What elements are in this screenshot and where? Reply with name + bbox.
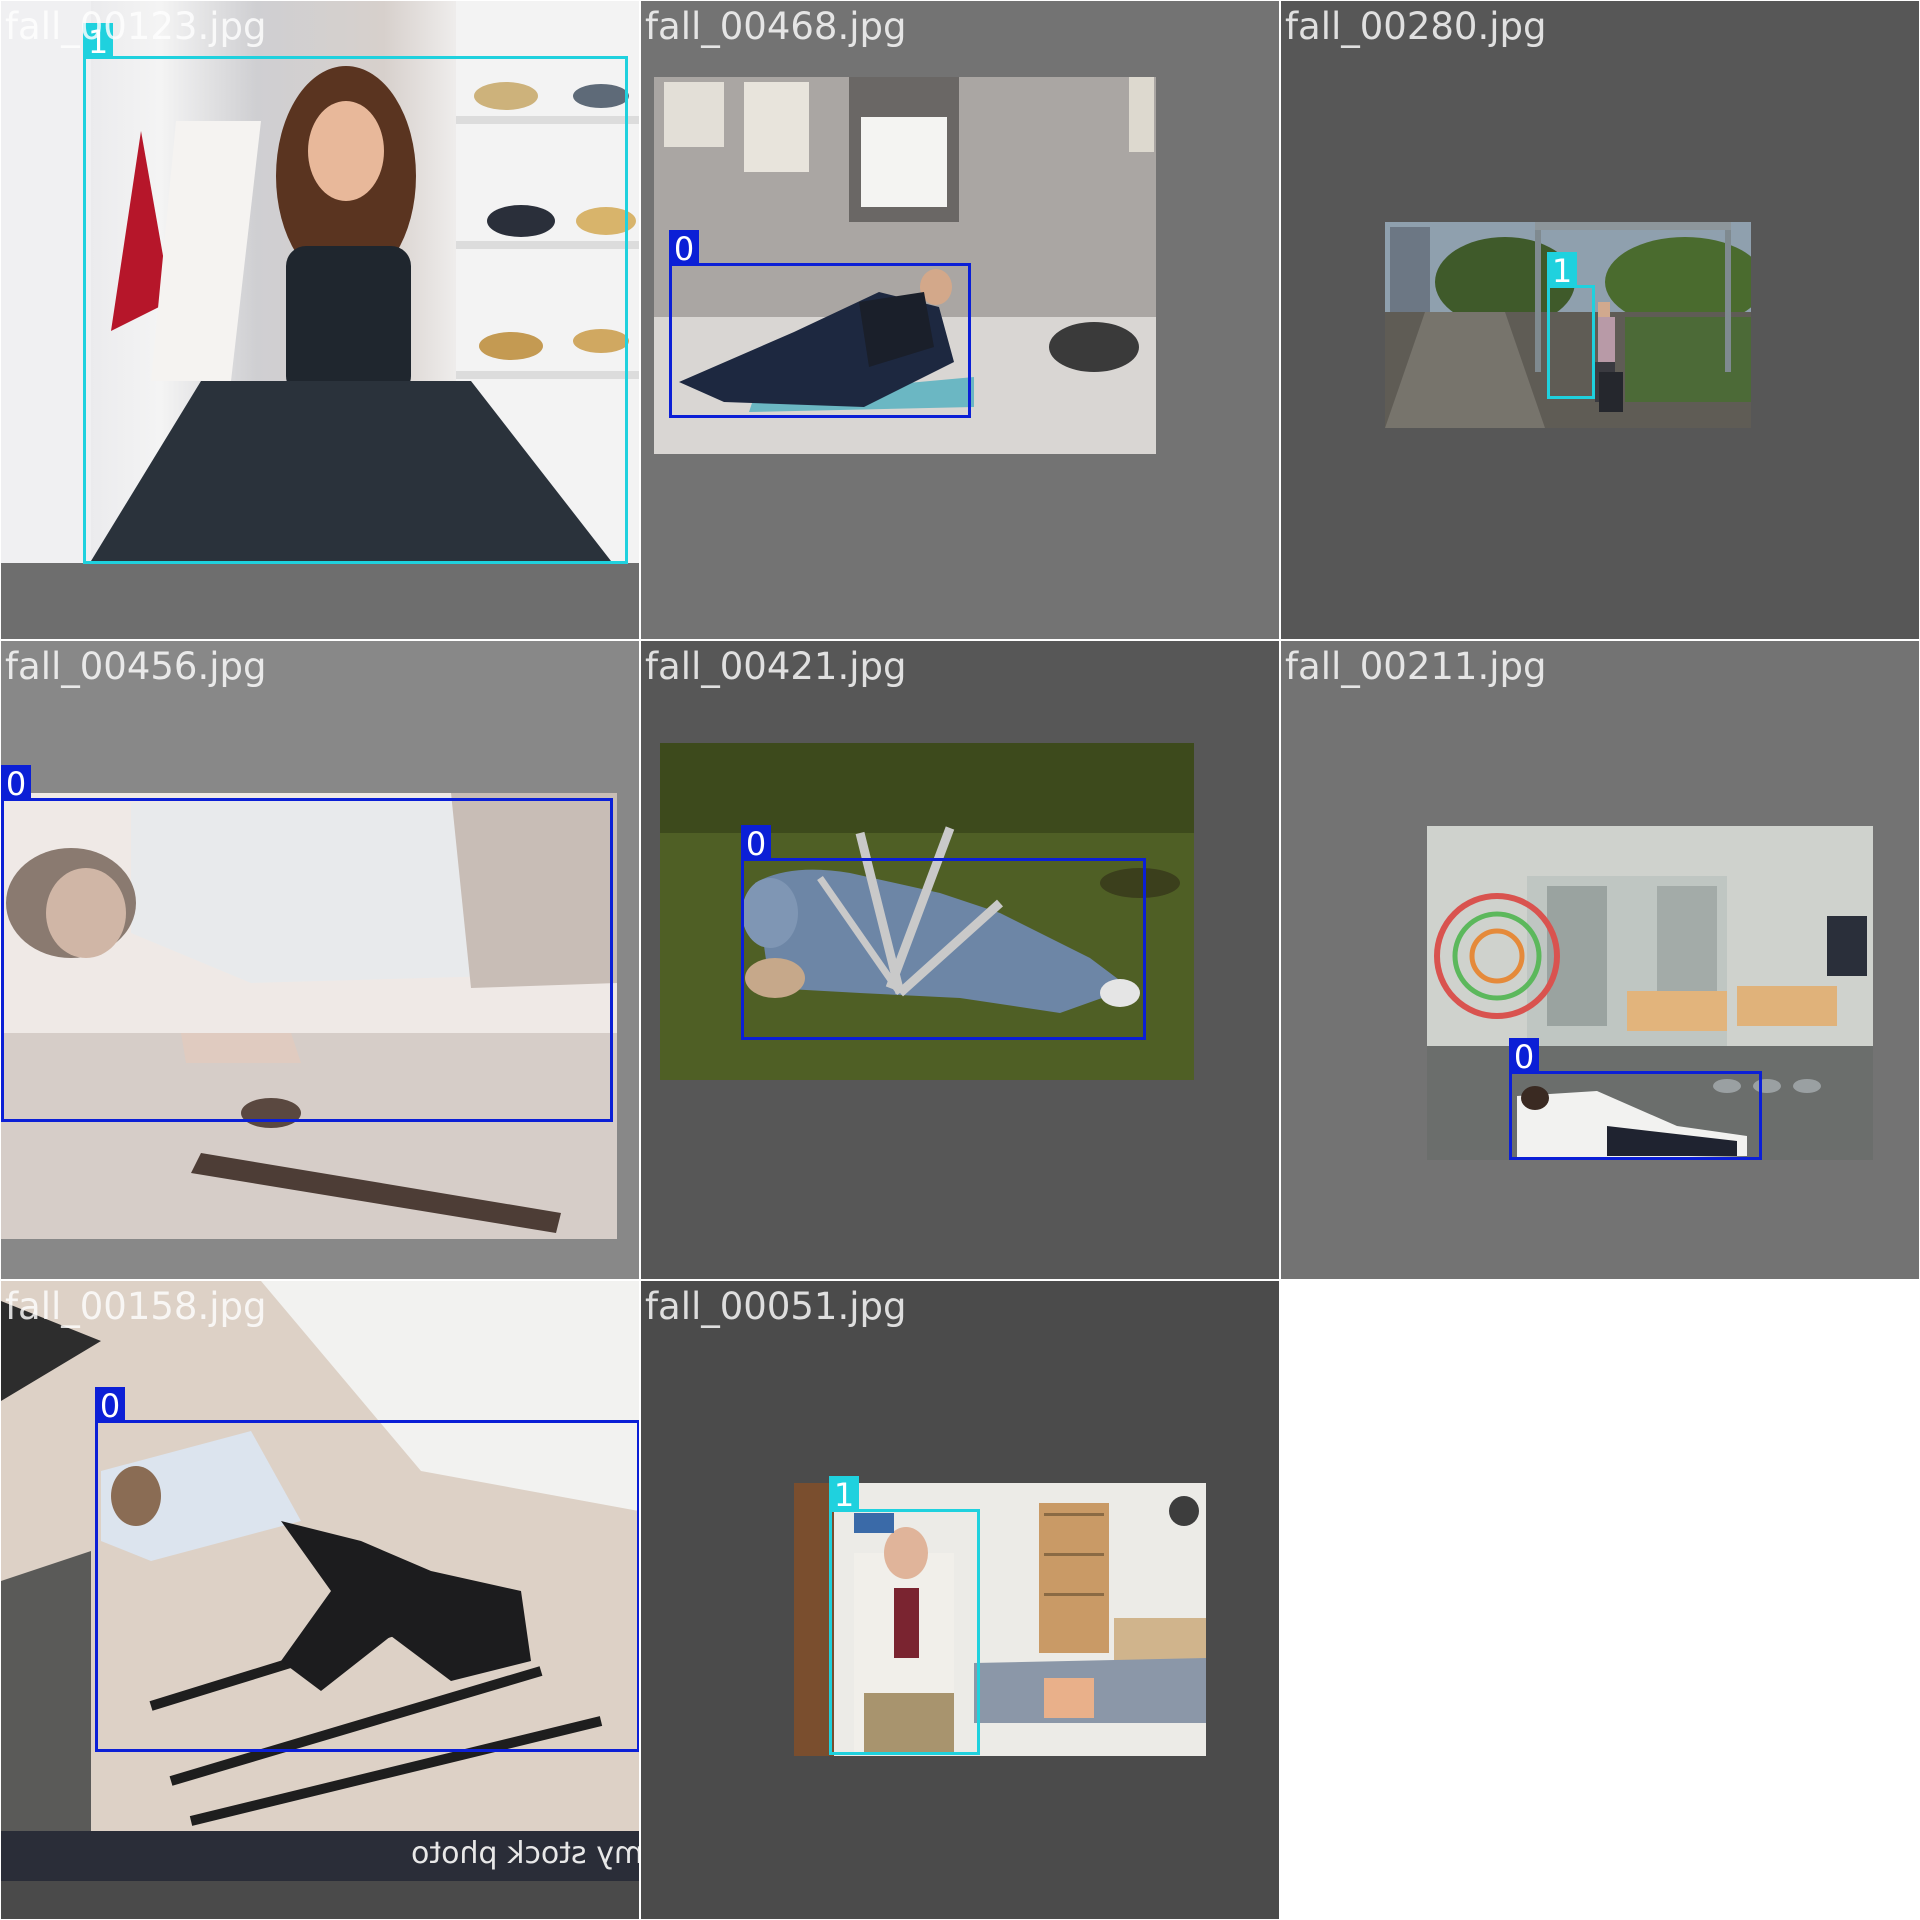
image-tile-1[interactable]: fall_00468.jpg 0 (641, 1, 1279, 639)
class-label: 0 (741, 825, 771, 863)
detection-box-class-0[interactable]: 0 (1509, 1038, 1762, 1160)
image-filename: fall_00468.jpg (645, 5, 907, 48)
image-tile-2[interactable]: fall_00280.jpg 1 (1281, 1, 1919, 639)
detection-grid: fall_00123.jpg 1 fall_00468.jpg 0 fall_0… (0, 0, 1920, 1920)
class-label: 1 (829, 1476, 859, 1514)
image-tile-7[interactable]: fall_00051.jpg 1 (641, 1281, 1279, 1919)
image-filename: fall_00211.jpg (1285, 645, 1547, 688)
detection-box-class-1[interactable]: 1 (83, 23, 628, 564)
class-label: 0 (1, 765, 31, 803)
image-tile-4[interactable]: fall_00421.jpg 0 (641, 641, 1279, 1279)
image-filename: fall_00456.jpg (5, 645, 267, 688)
detection-box-class-1[interactable]: 1 (829, 1476, 980, 1755)
image-tile-0[interactable]: fall_00123.jpg 1 (1, 1, 639, 639)
class-label: 1 (1547, 252, 1577, 290)
detection-box-class-0[interactable]: 0 (1, 765, 613, 1122)
detection-box-class-0[interactable]: 0 (741, 825, 1146, 1040)
class-label: 0 (95, 1387, 125, 1425)
empty-cell (1281, 1281, 1919, 1919)
detection-box-class-0[interactable]: 0 (95, 1387, 639, 1752)
detection-box-class-0[interactable]: 0 (669, 230, 971, 418)
image-tile-3[interactable]: fall_00456.jpg 0 (1, 641, 639, 1279)
class-label: 0 (669, 230, 699, 268)
image-tile-5[interactable]: fall_00211.jpg 0 (1281, 641, 1919, 1279)
image-tile-6[interactable]: alamy stock photo fall_00158.jpg 0 (1, 1281, 639, 1919)
image-filename: fall_00051.jpg (645, 1285, 907, 1328)
image-filename: fall_00158.jpg (5, 1285, 267, 1328)
image-filename: fall_00280.jpg (1285, 5, 1547, 48)
image-filename: fall_00421.jpg (645, 645, 907, 688)
detection-box-class-1[interactable]: 1 (1547, 252, 1595, 399)
class-label: 0 (1509, 1038, 1539, 1076)
watermark-text: alamy stock photo (411, 1836, 639, 1871)
image-filename: fall_00123.jpg (5, 5, 267, 48)
